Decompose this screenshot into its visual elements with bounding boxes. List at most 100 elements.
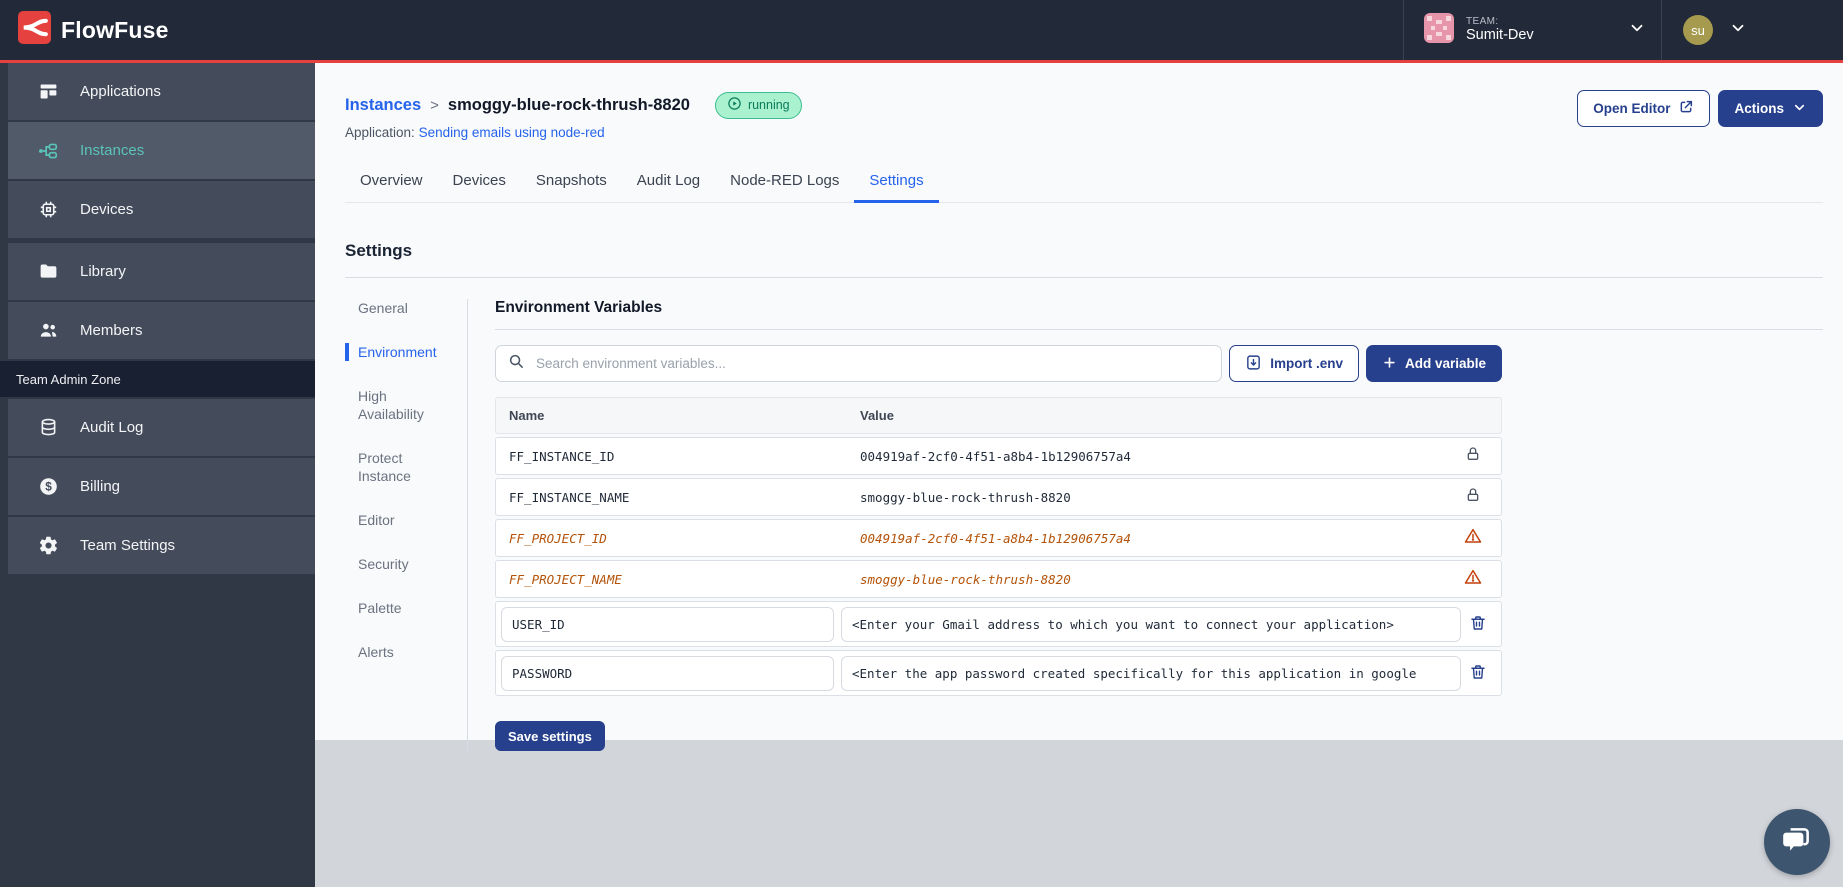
library-icon bbox=[37, 261, 59, 283]
sidebar-item-library[interactable]: Library bbox=[8, 243, 315, 300]
env-controls: Import .env Add variable bbox=[495, 345, 1502, 382]
app-window: FlowFuse TEAM: Sumit-Dev su Applications… bbox=[0, 0, 1843, 887]
sidebar-item-applications[interactable]: Applications bbox=[8, 63, 315, 120]
breadcrumb-instances-link[interactable]: Instances bbox=[345, 96, 421, 115]
play-circle-icon bbox=[727, 96, 742, 114]
sidebar-item-label: Instances bbox=[80, 142, 145, 159]
trash-icon bbox=[1469, 614, 1487, 635]
table-row-password bbox=[495, 650, 1502, 696]
members-icon bbox=[37, 320, 59, 342]
brand-name: FlowFuse bbox=[61, 16, 169, 43]
devices-icon bbox=[37, 199, 59, 221]
breadcrumb-separator: > bbox=[430, 96, 439, 114]
settings-nav-protect-instance[interactable]: Protect Instance bbox=[345, 449, 449, 485]
sidebar-item-members[interactable]: Members bbox=[8, 302, 315, 359]
topbar-right: TEAM: Sumit-Dev su bbox=[1403, 0, 1843, 60]
settings-nav-security[interactable]: Security bbox=[345, 555, 449, 573]
sidebar-item-label: Applications bbox=[80, 83, 161, 100]
import-env-button[interactable]: Import .env bbox=[1229, 345, 1359, 382]
column-header-name: Name bbox=[509, 408, 545, 423]
table-row-ff-instance-id: FF_INSTANCE_ID 004919af-2cf0-4f51-a8b4-1… bbox=[495, 437, 1502, 475]
sidebar-item-billing[interactable]: $ Billing bbox=[8, 458, 315, 515]
user-menu[interactable]: su bbox=[1662, 0, 1843, 60]
env-var-value: smoggy-blue-rock-thrush-8820 bbox=[860, 489, 1071, 505]
column-header-value: Value bbox=[860, 408, 894, 423]
tab-overview[interactable]: Overview bbox=[345, 162, 438, 203]
status-badge: running bbox=[714, 91, 802, 119]
user-avatar: su bbox=[1683, 15, 1713, 45]
instance-tabs: Overview Devices Snapshots Audit Log Nod… bbox=[345, 162, 1823, 203]
team-name: Sumit-Dev bbox=[1466, 27, 1534, 44]
flowfuse-brand[interactable]: FlowFuse bbox=[0, 11, 169, 49]
env-search bbox=[495, 345, 1223, 382]
applications-icon bbox=[37, 81, 59, 103]
env-var-name: FF_PROJECT_NAME bbox=[509, 571, 622, 587]
top-navbar: FlowFuse TEAM: Sumit-Dev su bbox=[0, 0, 1843, 63]
actions-label: Actions bbox=[1734, 101, 1784, 116]
chat-widget-button[interactable] bbox=[1764, 809, 1830, 875]
sidebar-item-instances[interactable]: Instances bbox=[8, 122, 315, 179]
save-settings-button[interactable]: Save settings bbox=[495, 721, 605, 751]
team-label: TEAM: bbox=[1466, 15, 1499, 27]
sidebar-item-label: Members bbox=[80, 322, 143, 339]
delete-variable-button[interactable] bbox=[1469, 663, 1487, 684]
env-var-value: smoggy-blue-rock-thrush-8820 bbox=[860, 571, 1071, 587]
settings-heading: Settings bbox=[345, 241, 413, 260]
settings-nav-environment[interactable]: Environment bbox=[345, 343, 449, 361]
team-avatar bbox=[1424, 12, 1454, 48]
external-link-icon bbox=[1678, 99, 1694, 118]
trash-icon bbox=[1469, 663, 1487, 684]
table-header-row: Name Value bbox=[495, 397, 1502, 434]
settings-nav-editor[interactable]: Editor bbox=[345, 511, 449, 529]
env-value-input[interactable] bbox=[841, 606, 1461, 642]
tab-devices[interactable]: Devices bbox=[438, 162, 521, 203]
delete-variable-button[interactable] bbox=[1469, 614, 1487, 635]
env-var-value: 004919af-2cf0-4f51-a8b4-1b12906757a4 bbox=[860, 530, 1131, 546]
warning-icon bbox=[1464, 568, 1482, 591]
application-line: Application: Sending emails using node-r… bbox=[345, 125, 1823, 140]
import-env-label: Import .env bbox=[1270, 356, 1343, 371]
settings-nav-general[interactable]: General bbox=[345, 299, 449, 317]
application-link[interactable]: Sending emails using node-red bbox=[419, 125, 605, 140]
warning-icon bbox=[1464, 527, 1482, 550]
environment-variables-heading: Environment Variables bbox=[495, 299, 663, 316]
sidebar: Applications Instances Devices Library M… bbox=[0, 63, 315, 887]
table-row-ff-instance-name: FF_INSTANCE_NAME smoggy-blue-rock-thrush… bbox=[495, 478, 1502, 516]
chevron-down-icon bbox=[1792, 100, 1807, 118]
open-editor-button[interactable]: Open Editor bbox=[1577, 90, 1711, 127]
flowfuse-logo-icon bbox=[18, 11, 51, 49]
settings-nav: General Environment High Availability Pr… bbox=[345, 299, 467, 751]
team-selector[interactable]: TEAM: Sumit-Dev bbox=[1403, 0, 1662, 60]
team-meta: TEAM: Sumit-Dev bbox=[1466, 16, 1534, 44]
env-var-name: FF_INSTANCE_ID bbox=[509, 448, 615, 464]
sidebar-item-label: Audit Log bbox=[80, 419, 144, 436]
billing-icon: $ bbox=[37, 476, 59, 498]
sidebar-item-audit-log[interactable]: Audit Log bbox=[8, 399, 315, 456]
tab-snapshots[interactable]: Snapshots bbox=[521, 162, 622, 203]
sidebar-item-devices[interactable]: Devices bbox=[8, 181, 315, 238]
sidebar-item-team-settings[interactable]: Team Settings bbox=[8, 517, 315, 574]
actions-button[interactable]: Actions bbox=[1718, 90, 1823, 127]
add-variable-button[interactable]: Add variable bbox=[1365, 345, 1502, 382]
tab-audit-log[interactable]: Audit Log bbox=[622, 162, 715, 203]
env-name-input[interactable] bbox=[501, 655, 834, 691]
sidebar-item-label: Billing bbox=[80, 478, 121, 495]
tab-settings[interactable]: Settings bbox=[854, 162, 939, 203]
settings-nav-palette[interactable]: Palette bbox=[345, 599, 449, 617]
settings-nav-alerts[interactable]: Alerts bbox=[345, 643, 449, 661]
env-variables-table: Name Value FF_INSTANCE_ID 004919af-2cf0-… bbox=[495, 397, 1502, 696]
env-value-input[interactable] bbox=[841, 655, 1461, 691]
environment-panel: Environment Variables Search environment… bbox=[467, 299, 1823, 751]
env-var-value: 004919af-2cf0-4f51-a8b4-1b12906757a4 bbox=[860, 448, 1131, 464]
import-env-icon bbox=[1245, 354, 1262, 374]
tab-node-red-logs[interactable]: Node-RED Logs bbox=[715, 162, 854, 203]
search-input[interactable] bbox=[534, 355, 1210, 372]
chevron-down-icon bbox=[1628, 19, 1646, 42]
env-name-input[interactable] bbox=[501, 606, 834, 642]
settings-nav-high-availability[interactable]: High Availability bbox=[345, 387, 449, 423]
env-var-name: FF_PROJECT_ID bbox=[509, 530, 607, 546]
main-content: Instances > smoggy-blue-rock-thrush-8820… bbox=[315, 63, 1843, 751]
audit-log-icon bbox=[37, 417, 59, 439]
chat-icon bbox=[1780, 823, 1814, 862]
instances-icon bbox=[37, 140, 59, 162]
